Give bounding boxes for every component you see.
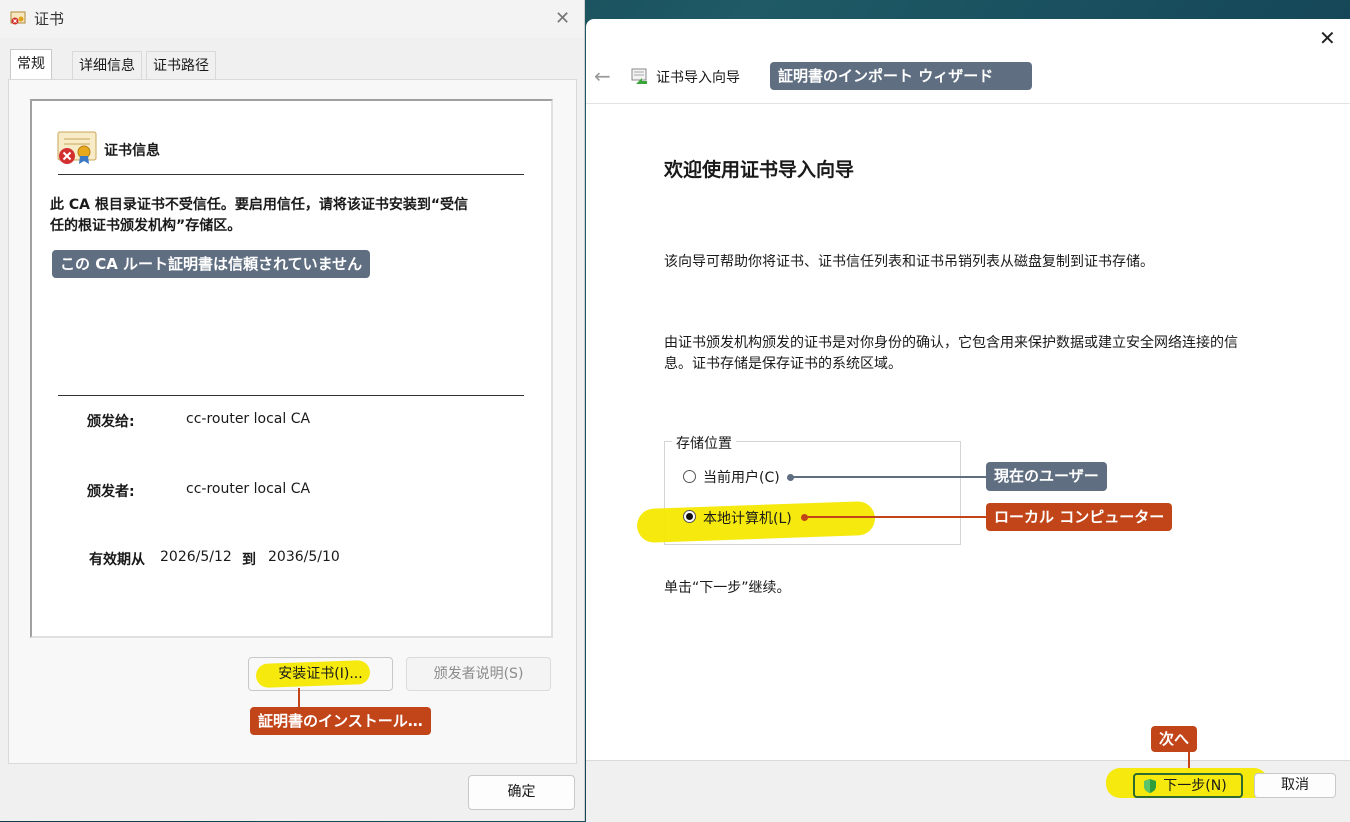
issuer-statement-button: 颁发者说明(S) <box>406 657 551 691</box>
wizard-title: 证书导入向导 <box>656 70 740 86</box>
radio-local-machine-label[interactable]: 本地计算机(L) <box>703 508 792 528</box>
leader-line <box>792 476 987 478</box>
header-divider <box>586 103 1350 104</box>
import-wizard-window <box>586 19 1350 821</box>
valid-to-label: 到 <box>242 552 256 568</box>
callout-leader <box>298 688 300 708</box>
callout-install: 証明書のインストール… <box>250 707 431 735</box>
issued-to-value: cc-router local CA <box>186 411 311 427</box>
callout-untrusted: この CA ルート証明書は信頼されていません <box>52 250 371 278</box>
valid-from-value: 2026/5/12 <box>160 549 232 565</box>
wizard-certificate-icon <box>630 66 650 86</box>
issued-by-label: 颁发者: <box>87 484 135 500</box>
warning-line-2: 任的根证书颁发机构”存储区。 <box>50 218 242 234</box>
warning-line-1: 此 CA 根目录证书不受信任。要启用信任，请将该证书安装到“受信 <box>50 197 469 213</box>
callout-leader <box>1188 751 1190 769</box>
store-location-label: 存储位置 <box>672 433 736 453</box>
ok-button[interactable]: 确定 <box>468 775 575 810</box>
wizard-intro-text: 该向导可帮助你将证书、证书信任列表和证书吊销列表从磁盘复制到证书存储。 <box>664 254 1154 270</box>
tab-cert-path[interactable]: 证书路径 <box>146 51 216 80</box>
install-certificate-button[interactable]: 安装证书(I)... <box>248 657 393 691</box>
next-button-label: 下一步(N) <box>1163 778 1227 794</box>
valid-from-label: 有效期从 <box>89 552 145 568</box>
issued-to-label: 颁发给: <box>87 414 135 430</box>
description-line-2: 息。证书存储是保存证书的系统区域。 <box>664 356 902 372</box>
divider <box>58 174 524 175</box>
cancel-button[interactable]: 取消 <box>1254 773 1336 798</box>
shield-icon <box>1142 778 1158 794</box>
valid-to-value: 2036/5/10 <box>268 549 340 565</box>
back-arrow-icon[interactable]: ← <box>594 64 611 88</box>
wizard-description: 由证书颁发机构颁发的证书是对你身份的确认，它包含用来保护数据或建立安全网络连接的… <box>664 333 1304 375</box>
certificate-warning-icon <box>56 130 98 166</box>
wizard-heading: 欢迎使用证书导入向导 <box>664 159 855 181</box>
divider <box>58 395 524 396</box>
callout-current-user: 現在のユーザー <box>986 462 1107 491</box>
issued-by-value: cc-router local CA <box>186 481 311 497</box>
certificate-info-title: 证书信息 <box>104 143 160 159</box>
close-icon[interactable]: ✕ <box>555 8 570 29</box>
callout-wizard-title: 証明書のインポート ウィザード <box>770 62 1032 90</box>
certificate-titlebar <box>0 0 584 38</box>
untrusted-warning: 此 CA 根目录证书不受信任。要启用信任，请将该证书安装到“受信 任的根证书颁发… <box>50 195 520 237</box>
certificate-icon <box>10 10 26 26</box>
leader-line <box>806 516 987 518</box>
dialog-title: 证书 <box>34 10 65 28</box>
radio-current-user[interactable] <box>683 470 696 483</box>
wizard-close-icon[interactable]: ✕ <box>1319 26 1336 50</box>
tab-general[interactable]: 常规 <box>10 49 52 80</box>
continue-instruction: 单击“下一步”继续。 <box>664 580 791 596</box>
callout-local-machine: ローカル コンピューター <box>986 503 1173 531</box>
radio-local-machine[interactable] <box>683 510 696 523</box>
tab-details[interactable]: 详细信息 <box>72 51 142 80</box>
radio-current-user-label[interactable]: 当前用户(C) <box>703 467 780 487</box>
description-line-1: 由证书颁发机构颁发的证书是对你身份的确认，它包含用来保护数据或建立安全网络连接的… <box>664 335 1238 351</box>
callout-next: 次へ <box>1151 726 1198 752</box>
